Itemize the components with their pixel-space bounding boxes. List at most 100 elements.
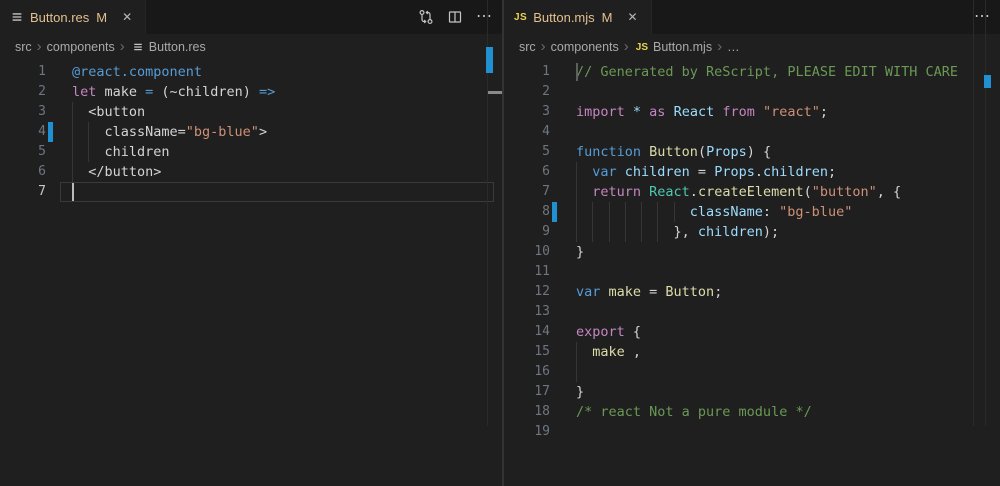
indent-guide: [88, 142, 104, 162]
token-pln: make: [105, 84, 146, 100]
token-kw: var: [592, 164, 625, 180]
token-pln: );: [763, 224, 779, 240]
indent-guide: [625, 202, 641, 222]
overview-ruler[interactable]: [985, 0, 1000, 426]
code-line[interactable]: 3 import * as React from "react";: [504, 102, 1000, 122]
token-pln: >: [259, 124, 267, 140]
code-line[interactable]: 17}: [504, 382, 1000, 402]
token-pln: className=: [105, 124, 186, 140]
token-ctl: export: [576, 324, 633, 340]
tab-button-mjs[interactable]: JS Button.mjs M ✕: [504, 0, 652, 34]
line-number: 6: [0, 162, 46, 182]
code-text: }, children);: [576, 222, 779, 242]
code-line[interactable]: 13: [504, 302, 1000, 322]
indent-guide: [641, 222, 657, 242]
tab-bar-right: JS Button.mjs M ✕ ⋯: [504, 0, 1000, 34]
code-line[interactable]: 2let make = (~children) =>: [0, 82, 502, 102]
tab-button-res[interactable]: Button.res M ✕: [0, 0, 146, 34]
token-fn: Button: [665, 284, 714, 300]
code-line[interactable]: 7return React.createElement("button", {: [504, 182, 1000, 202]
token-kw: var: [576, 284, 609, 300]
code-line[interactable]: 14export {: [504, 322, 1000, 342]
line-number: 19: [504, 422, 550, 442]
breadcrumb-right: src › components › JS Button.mjs › …: [504, 34, 1000, 60]
token-pln: :: [763, 204, 779, 220]
indent-guide: [576, 362, 592, 382]
line-number: 1: [504, 62, 550, 82]
file-lines-icon: [10, 10, 24, 24]
token-pln: (: [698, 144, 706, 160]
indent-guide: [609, 222, 625, 242]
code-line[interactable]: 4: [504, 122, 1000, 142]
code-line[interactable]: 11: [504, 262, 1000, 282]
token-pln: =: [690, 164, 714, 180]
token-pln: ,: [625, 344, 641, 360]
code-line[interactable]: 5children: [0, 142, 502, 162]
code-text: <button: [72, 102, 145, 122]
code-line[interactable]: 5function Button(Props) {: [504, 142, 1000, 162]
code-line[interactable]: 6</button>: [0, 162, 502, 182]
token-pln: ) {: [747, 144, 771, 160]
close-icon[interactable]: ✕: [119, 9, 135, 25]
code-line[interactable]: 9}, children);: [504, 222, 1000, 242]
ruler-cursor-marker: [488, 91, 502, 94]
code-text: import * as React from "react";: [576, 102, 828, 122]
token-ctl: as: [649, 104, 673, 120]
line-number: 5: [0, 142, 46, 162]
line-number: 3: [504, 102, 550, 122]
code-line[interactable]: 10}: [504, 242, 1000, 262]
indent-guide: [592, 202, 608, 222]
token-kw: function: [576, 144, 649, 160]
code-text: }: [576, 242, 584, 262]
token-fn: make: [609, 284, 642, 300]
overview-ruler[interactable]: [487, 0, 502, 426]
code-line[interactable]: 3<button: [0, 102, 502, 122]
code-line[interactable]: 8className: "bg-blue": [504, 202, 1000, 222]
code-line[interactable]: 12var make = Button;: [504, 282, 1000, 302]
breadcrumb-item-components[interactable]: components: [551, 40, 619, 54]
chevron-right-icon: ›: [37, 39, 42, 54]
token-pln: ;: [714, 284, 722, 300]
breadcrumb-file[interactable]: Button.mjs: [653, 40, 712, 54]
token-pln: },: [674, 224, 698, 240]
code-line[interactable]: 1// Generated by ReScript, PLEASE EDIT W…: [504, 62, 1000, 82]
code-line[interactable]: 2: [504, 82, 1000, 102]
breadcrumb-item-src[interactable]: src: [519, 40, 536, 54]
open-changes-icon[interactable]: [418, 9, 434, 25]
token-var: children: [625, 164, 690, 180]
indent-guide: [657, 202, 673, 222]
indent-guide: [72, 142, 88, 162]
code-line[interactable]: 19: [504, 422, 1000, 442]
code-line[interactable]: 1@react.component: [0, 62, 502, 82]
code-line[interactable]: 6var children = Props.children;: [504, 162, 1000, 182]
token-pln: (~children): [153, 84, 259, 100]
close-icon[interactable]: ✕: [625, 9, 641, 25]
line-number: 17: [504, 382, 550, 402]
breadcrumb-item-components[interactable]: components: [47, 40, 115, 54]
code-editor-button-mjs[interactable]: 1// Generated by ReScript, PLEASE EDIT W…: [504, 60, 1000, 486]
token-fn: make: [592, 344, 625, 360]
breadcrumb-item-src[interactable]: src: [15, 40, 32, 54]
gutter-modified-marker: [552, 202, 557, 222]
code-line[interactable]: 18/* react Not a pure module */: [504, 402, 1000, 422]
code-line[interactable]: 16: [504, 362, 1000, 382]
code-line[interactable]: 4className="bg-blue">: [0, 122, 502, 142]
breadcrumb-symbol-ellipsis[interactable]: …: [727, 40, 740, 54]
split-editor-icon[interactable]: [447, 9, 463, 25]
token-str: "react": [763, 104, 820, 120]
token-var: Props: [706, 144, 747, 160]
token-pln: =: [641, 284, 665, 300]
breadcrumb-file[interactable]: Button.res: [149, 40, 206, 54]
line-number: 5: [504, 142, 550, 162]
token-pln: , {: [877, 184, 901, 200]
code-line[interactable]: 7: [0, 182, 502, 202]
code-editor-button-res[interactable]: 1@react.component2let make = (~children)…: [0, 60, 502, 486]
code-text: var children = Props.children;: [576, 162, 836, 182]
tab-title: Button.res: [30, 10, 89, 25]
code-line[interactable]: 15make ,: [504, 342, 1000, 362]
scrollbar-boundary: [973, 0, 974, 426]
code-text: var make = Button;: [576, 282, 722, 302]
line-number: 2: [504, 82, 550, 102]
tab-title: Button.mjs: [533, 10, 594, 25]
code-text: make ,: [576, 342, 641, 362]
